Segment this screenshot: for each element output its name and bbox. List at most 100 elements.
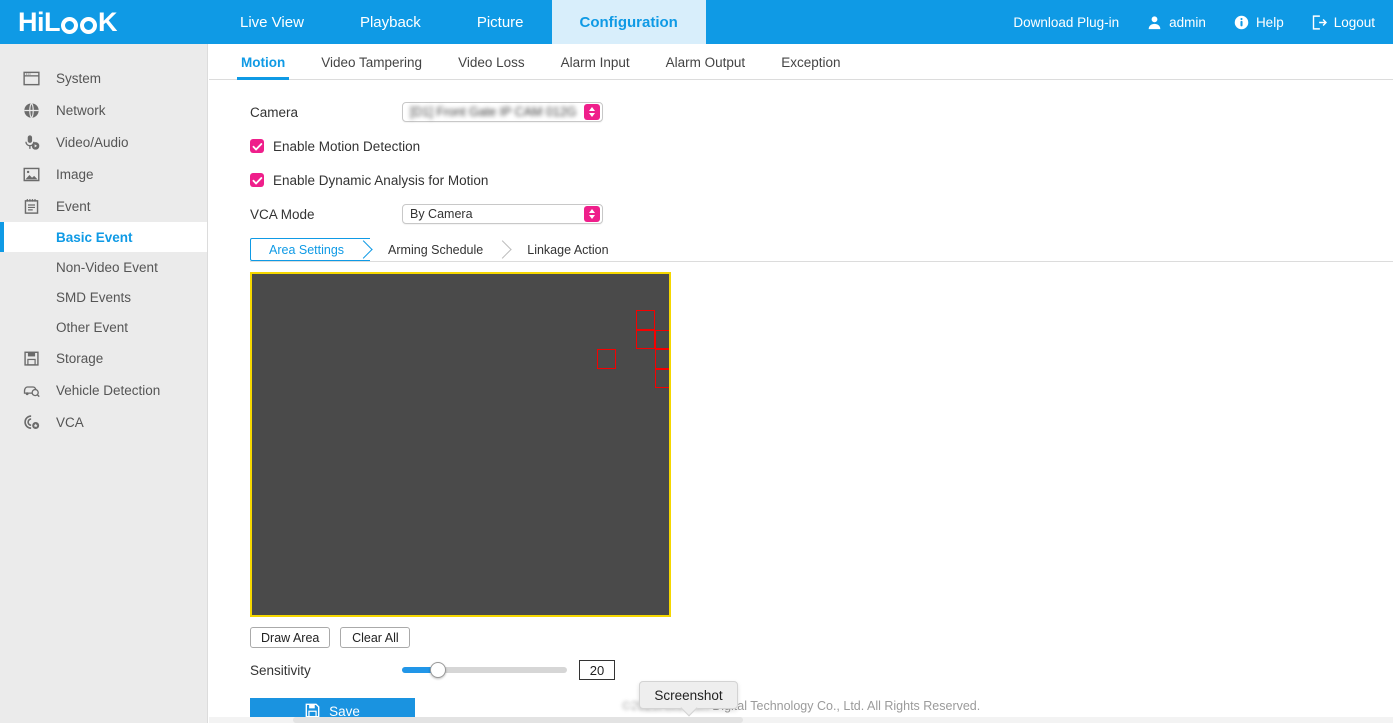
logo-circle-2 <box>80 17 97 34</box>
globe-icon <box>22 101 40 119</box>
horizontal-scrollbar[interactable] <box>209 717 1393 723</box>
main-nav: Live View Playback Picture Configuration <box>212 0 706 44</box>
logout-label: Logout <box>1334 15 1375 30</box>
vca-mode-select-value: By Camera <box>410 207 473 221</box>
enable-motion-detection-checkbox[interactable] <box>250 139 264 153</box>
nav-playback[interactable]: Playback <box>332 0 449 44</box>
draw-area-button[interactable]: Draw Area <box>250 627 330 648</box>
chevron-updown-icon[interactable] <box>584 206 600 222</box>
help-label: Help <box>1256 15 1284 30</box>
screenshot-tooltip-label: Screenshot <box>654 688 722 703</box>
logo-text-head: HiL <box>18 9 60 36</box>
enable-motion-detection-label: Enable Motion Detection <box>273 139 420 154</box>
motion-grid-cell[interactable] <box>636 330 656 350</box>
screenshot-tooltip: Screenshot <box>639 681 738 709</box>
sidebar-item-vehicle-detection[interactable]: Vehicle Detection <box>0 374 207 406</box>
sensitivity-value-input[interactable]: 20 <box>579 660 615 680</box>
sidebar-item-vca[interactable]: VCA <box>0 406 207 438</box>
logout-icon <box>1312 15 1327 30</box>
tab-video-loss[interactable]: Video Loss <box>440 55 543 79</box>
nav-live-view[interactable]: Live View <box>212 0 332 44</box>
tab-video-tampering[interactable]: Video Tampering <box>303 55 440 79</box>
tab-motion[interactable]: Motion <box>223 55 303 79</box>
sidebar-item-smd-events[interactable]: SMD Events <box>0 282 207 312</box>
sidebar-label-smd-events: SMD Events <box>56 290 131 305</box>
area-button-row: Draw Area Clear All <box>250 627 1393 648</box>
picture-icon <box>22 165 40 183</box>
calendar-icon <box>22 197 40 215</box>
sidebar-label-image: Image <box>56 167 94 182</box>
download-plugin-label: Download Plug-in <box>1013 15 1119 30</box>
enable-dynamic-analysis-row: Enable Dynamic Analysis for Motion <box>250 170 1393 190</box>
vca-mode-select[interactable]: By Camera <box>402 204 603 224</box>
sidebar-label-basic-event: Basic Event <box>56 230 133 245</box>
clear-all-button[interactable]: Clear All <box>340 627 410 648</box>
sidebar-label-video-network: Network <box>56 103 106 118</box>
admin-user-menu[interactable]: admin <box>1133 15 1220 30</box>
sidebar-label-event: Event <box>56 199 91 214</box>
subtab-area-settings[interactable]: Area Settings <box>250 238 370 261</box>
sidebar-label-system: System <box>56 71 101 86</box>
download-plugin-link[interactable]: Download Plug-in <box>999 15 1133 30</box>
logout-link[interactable]: Logout <box>1298 15 1389 30</box>
camera-select-value: [D1] Front Gate IP CAM 012G <box>410 105 577 119</box>
camera-label: Camera <box>250 105 402 120</box>
sensitivity-slider-knob[interactable] <box>430 662 446 678</box>
vca-mode-row: VCA Mode By Camera <box>250 204 1393 224</box>
sidebar-label-non-video-event: Non-Video Event <box>56 260 158 275</box>
sidebar-item-video-audio[interactable]: Video/Audio <box>0 126 207 158</box>
help-link[interactable]: Help <box>1220 15 1298 30</box>
sidebar-item-basic-event[interactable]: Basic Event <box>0 222 207 252</box>
sidebar-label-other-event: Other Event <box>56 320 128 335</box>
info-icon <box>1234 15 1249 30</box>
sidebar-item-network[interactable]: Network <box>0 94 207 126</box>
vehicle-search-icon <box>22 381 40 399</box>
tab-exception[interactable]: Exception <box>763 55 858 79</box>
camera-row: Camera [D1] Front Gate IP CAM 012G <box>250 102 1393 122</box>
event-tab-strip: Motion Video Tampering Video Loss Alarm … <box>209 44 1393 80</box>
floppy-icon <box>22 349 40 367</box>
header-right-actions: Download Plug-in admin Help Logout <box>999 0 1393 44</box>
chevron-updown-icon[interactable] <box>584 104 600 120</box>
enable-motion-detection-row: Enable Motion Detection <box>250 136 1393 156</box>
sidebar-item-image[interactable]: Image <box>0 158 207 190</box>
enable-dynamic-analysis-checkbox[interactable] <box>250 173 264 187</box>
area-subtab-strip: Area Settings Arming Schedule Linkage Ac… <box>250 238 1393 262</box>
horizontal-scrollbar-thumb[interactable] <box>293 717 743 723</box>
admin-label: admin <box>1169 15 1206 30</box>
user-icon <box>1147 15 1162 30</box>
main-content: Motion Video Tampering Video Loss Alarm … <box>209 44 1393 723</box>
sidebar-item-system[interactable]: System <box>0 62 207 94</box>
motion-grid-cell[interactable] <box>655 349 671 369</box>
sidebar-item-non-video-event[interactable]: Non-Video Event <box>0 252 207 282</box>
sidebar-item-storage[interactable]: Storage <box>0 342 207 374</box>
motion-area-video-canvas[interactable] <box>250 272 671 617</box>
sidebar: System Network Video/Audio Image <box>0 44 208 723</box>
motion-grid-cell[interactable] <box>597 349 617 369</box>
sidebar-item-event[interactable]: Event <box>0 190 207 222</box>
tab-alarm-input[interactable]: Alarm Input <box>543 55 648 79</box>
hilook-logo[interactable]: HiL K <box>0 0 212 44</box>
nav-picture[interactable]: Picture <box>449 0 552 44</box>
subtab-area-settings-label: Area Settings <box>269 243 344 257</box>
motion-grid-cell[interactable] <box>636 310 656 330</box>
camera-select[interactable]: [D1] Front Gate IP CAM 012G <box>402 102 603 122</box>
window-icon <box>22 69 40 87</box>
enable-dynamic-analysis-label: Enable Dynamic Analysis for Motion <box>273 173 488 188</box>
logo-text-tail: K <box>98 9 117 36</box>
footer-text: Digital Technology Co., Ltd. All Rights … <box>709 699 980 713</box>
sensitivity-slider[interactable] <box>402 667 567 673</box>
motion-grid-cell[interactable] <box>655 369 671 389</box>
sidebar-label-vehicle-detection: Vehicle Detection <box>56 383 160 398</box>
subtab-linkage-action[interactable]: Linkage Action <box>509 238 634 261</box>
nav-configuration[interactable]: Configuration <box>552 0 706 44</box>
tab-alarm-output[interactable]: Alarm Output <box>648 55 764 79</box>
sensitivity-row: Sensitivity 20 <box>250 660 1393 680</box>
microphone-icon <box>22 133 40 151</box>
vca-camera-icon <box>22 413 40 431</box>
motion-grid-cell[interactable] <box>655 330 671 350</box>
footer-copyright: ©2025Hikvision Digital Technology Co., L… <box>209 699 1393 713</box>
subtab-linkage-action-label: Linkage Action <box>527 243 608 257</box>
sidebar-item-other-event[interactable]: Other Event <box>0 312 207 342</box>
subtab-arming-schedule[interactable]: Arming Schedule <box>370 238 509 261</box>
